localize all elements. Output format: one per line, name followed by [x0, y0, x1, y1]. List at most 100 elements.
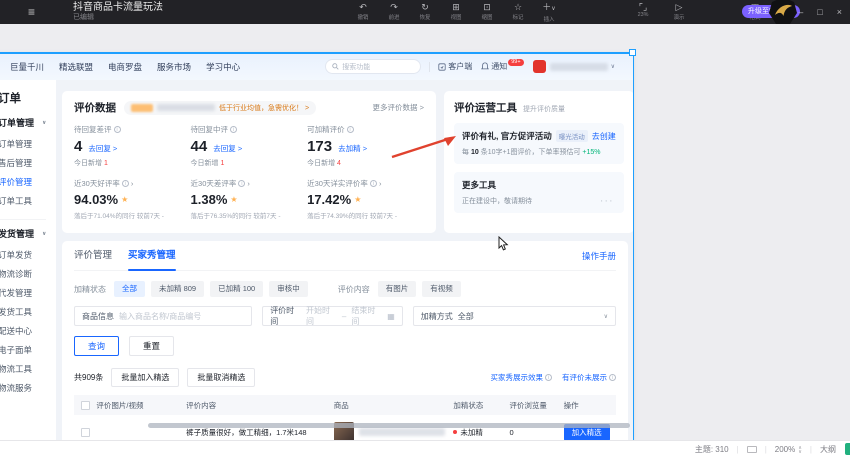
chip-has-video[interactable]: 有视频	[422, 281, 461, 297]
horizontal-scrollbar[interactable]	[148, 423, 630, 428]
zoom-stepper-icon[interactable]: ∧∨	[798, 446, 802, 454]
redo-button[interactable]: ↷前进	[383, 2, 405, 23]
nav-lianmeng[interactable]: 精选联盟	[59, 61, 93, 73]
batch-remove-button[interactable]: 批量取消精选	[187, 368, 255, 387]
sidebar-item-logistics-tools[interactable]: 物流工具	[0, 360, 56, 379]
present-button[interactable]: ▷演示	[668, 2, 690, 21]
review-time-range-input[interactable]: 评价时间 开始时间 – 结束时间 ▦	[262, 306, 403, 326]
info-icon: i	[370, 180, 377, 187]
sidebar-item-order-tools[interactable]: 订单工具	[0, 192, 56, 211]
feature-status: 未加精	[453, 427, 509, 438]
row-checkbox[interactable]	[81, 428, 90, 437]
product-name-redacted	[359, 428, 445, 436]
info-icon: i	[122, 180, 129, 187]
theme-count[interactable]: 主题: 310	[695, 444, 729, 455]
sidebar-item-e-waybill[interactable]: 电子面单	[0, 341, 56, 360]
document-title: 抖音商品卡流量玩法	[73, 3, 163, 14]
side-green-tab[interactable]	[845, 443, 850, 455]
buyer-show-policy-link[interactable]: 买家秀展示效果i	[491, 372, 553, 383]
undo-button[interactable]: ↶撤销	[352, 2, 374, 23]
sidebar-title: 订单	[0, 90, 56, 106]
redacted-text	[157, 104, 215, 111]
mark-button[interactable]: ☆标记	[507, 2, 529, 23]
rate-bad: 近30天差评率i› 1.38%★ 落后于76.35%的同行 较前7天 -	[191, 178, 308, 220]
divider: |	[765, 445, 767, 454]
tab-review-manage[interactable]: 评价管理	[74, 241, 112, 271]
product-search-input[interactable]: 商品信息 输入商品名称/商品编号	[74, 306, 252, 326]
screenshot-image[interactable]: 巨量千川 精选联盟 电商罗盘 服务市场 学习中心 搜索功能 客户端 通知 99+	[0, 53, 633, 440]
info-icon: i	[114, 126, 121, 133]
store-search-input[interactable]: 搜索功能	[325, 59, 421, 74]
chevron-down-icon[interactable]: ∨	[611, 63, 615, 70]
feature-mode-select[interactable]: 加精方式 全部 ∨	[413, 306, 616, 326]
unshown-review-link[interactable]: 有评价未展示i	[562, 372, 616, 383]
restore-button[interactable]: ↻恢复	[414, 2, 436, 23]
chip-all[interactable]: 全部	[114, 281, 145, 297]
review-tools-panel: 评价运营工具 提升评价质量 评价有礼, 官方促评活动 曝光活动 去创建 每 10…	[444, 91, 633, 233]
more-review-data-link[interactable]: 更多评价数据 >	[373, 102, 424, 113]
selection-resize-handle[interactable]	[629, 49, 636, 56]
sidebar-item-ship[interactable]: 订单发货	[0, 246, 56, 265]
editor-statusbar: 主题: 310 | | 200% ∧∨ | 大纲	[0, 440, 850, 458]
fit-screen-icon: ⌜⌟	[630, 2, 656, 12]
reset-button[interactable]: 重置	[129, 336, 174, 356]
minimize-button[interactable]: –	[798, 7, 803, 17]
industry-warning-banner[interactable]: 低于行业均值，急需优化！ >	[124, 101, 316, 115]
red-annotation-arrow[interactable]	[388, 129, 464, 165]
plus-icon: ＋∨	[538, 2, 560, 14]
sidebar-section-order[interactable]: 订单管理∨	[0, 116, 56, 129]
zoom-fit-button[interactable]: ⌜⌟23%	[630, 2, 656, 21]
sidebar-section-shipping[interactable]: 发货管理∨	[0, 227, 56, 240]
tab-buyer-show[interactable]: 买家秀管理	[128, 241, 176, 271]
sidebar-item-aftersale[interactable]: 售后管理	[0, 154, 56, 173]
outline-button[interactable]: 大纲	[820, 444, 836, 455]
close-button[interactable]: ×	[837, 7, 842, 17]
client-link[interactable]: 客户端	[438, 61, 472, 72]
nav-qianchuan[interactable]: 巨量千川	[10, 61, 44, 73]
sidebar-item-logistics-service[interactable]: 物流服务	[0, 379, 56, 398]
hamburger-menu-icon[interactable]: ≡	[28, 5, 35, 19]
chip-reviewing[interactable]: 审核中	[269, 281, 308, 297]
promo-activity-card[interactable]: 评价有礼, 官方促评活动 曝光活动 去创建 每 10 条10字+1图评价，下单率…	[454, 123, 624, 164]
more-tools-card: 更多工具 正在建设中，敬请期待 ···	[454, 172, 624, 213]
review-data-title: 评价数据	[74, 100, 116, 115]
select-all-checkbox[interactable]	[81, 401, 90, 410]
sidebar-item-proxy-ship[interactable]: 代发管理	[0, 284, 56, 303]
batch-add-button[interactable]: 批量加入精选	[111, 368, 179, 387]
chip-featured[interactable]: 已加精 100	[210, 281, 263, 297]
sidebar-item-logistics-diagnose[interactable]: 物流诊断	[0, 265, 56, 284]
go-feature-link[interactable]: 去加精 >	[338, 143, 367, 154]
divider	[0, 219, 46, 220]
nav-market[interactable]: 服务市场	[157, 61, 191, 73]
thumbnail-button[interactable]: ⊡缩图	[476, 2, 498, 23]
warning-tag-redacted	[131, 104, 153, 112]
table-header: 评价图片/视频 评价内容 商品 加精状态 评价浏览量 操作	[74, 395, 616, 415]
undo-icon: ↶	[352, 2, 374, 12]
sidebar-item-ship-tools[interactable]: 发货工具	[0, 303, 56, 322]
info-icon: i	[238, 180, 245, 187]
zoom-control[interactable]: 200% ∧∨	[775, 445, 802, 454]
create-activity-link[interactable]: 去创建	[592, 131, 616, 142]
manual-link[interactable]: 操作手册	[582, 250, 616, 262]
query-button[interactable]: 查询	[74, 336, 119, 356]
nav-learn[interactable]: 学习中心	[206, 61, 240, 73]
view-button[interactable]: ⊞视图	[445, 2, 467, 23]
shop-avatar[interactable]	[533, 60, 546, 73]
info-icon: i	[609, 374, 616, 381]
sidebar-item-review-manage[interactable]: 评价管理	[0, 173, 56, 192]
sidebar-item-order-manage[interactable]: 订单管理	[0, 135, 56, 154]
chip-has-image[interactable]: 有图片	[378, 281, 417, 297]
sidebar-item-delivery-center[interactable]: 配送中心	[0, 322, 56, 341]
maximize-button[interactable]: □	[817, 7, 822, 17]
insert-button[interactable]: ＋∨插入	[538, 2, 560, 23]
go-reply-link[interactable]: 去回复 >	[213, 143, 242, 154]
keyboard-icon[interactable]	[747, 446, 757, 453]
notice-link[interactable]: 通知 99+	[481, 61, 524, 72]
window-controls: – □ ×	[798, 0, 842, 24]
go-reply-link[interactable]: 去回复 >	[88, 143, 117, 154]
chip-unfeatured[interactable]: 未加精 809	[151, 281, 204, 297]
layout-icon: ⊞	[445, 2, 467, 12]
editor-canvas[interactable]: 巨量千川 精选联盟 电商罗盘 服务市场 学习中心 搜索功能 客户端 通知 99+	[0, 24, 850, 458]
selection-border-top	[0, 52, 634, 54]
nav-luopan[interactable]: 电商罗盘	[108, 61, 142, 73]
